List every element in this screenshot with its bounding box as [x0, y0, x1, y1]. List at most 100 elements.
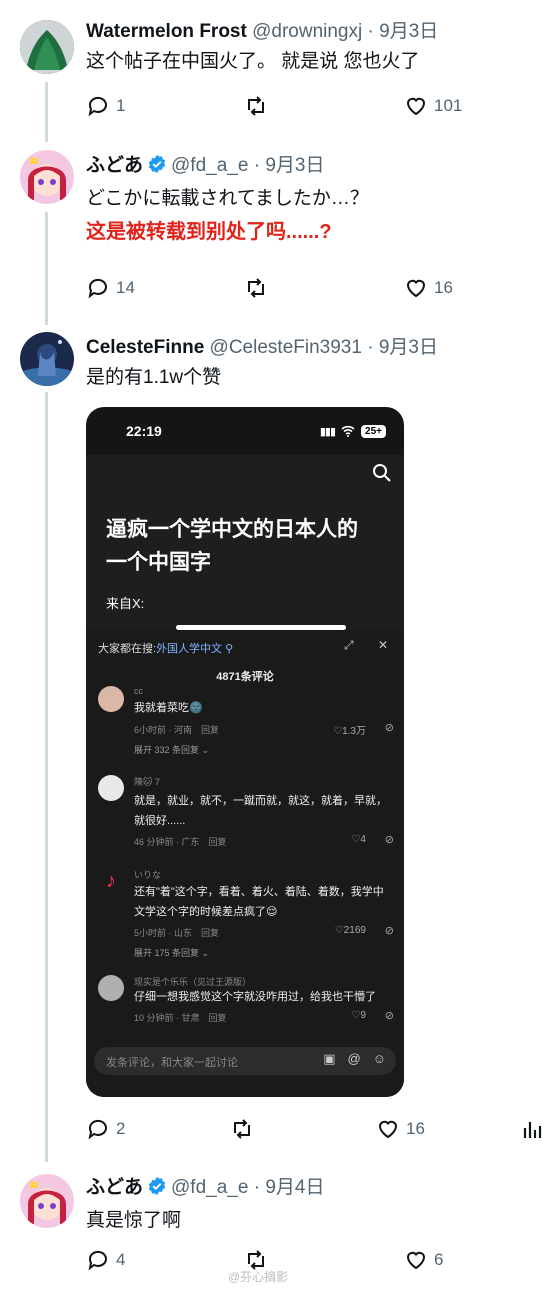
display-name[interactable]: ふどあ: [86, 155, 143, 176]
comment-user[interactable]: 陳🐱 7: [134, 775, 160, 788]
thread-line: [45, 392, 48, 1162]
tweet-date[interactable]: 9月4日: [265, 1177, 324, 1198]
status-bar: 22:19 ▮▮▮ 25+: [86, 407, 404, 455]
retweet-button[interactable]: [244, 276, 268, 300]
post-source: 来自X:: [106, 596, 145, 611]
comment-like[interactable]: ♡9: [351, 1010, 366, 1021]
like-count: 6: [434, 1250, 444, 1269]
avatar[interactable]: [20, 332, 74, 386]
trending-term[interactable]: 外国人学中文: [156, 643, 222, 655]
watermark: @芬心摘影: [228, 1270, 289, 1284]
tweet-text: 真是惊了啊: [86, 1210, 182, 1231]
like-button[interactable]: 16: [376, 1117, 425, 1141]
reply-button[interactable]: 2: [86, 1117, 125, 1141]
reply-count: 14: [116, 278, 135, 297]
retweet-button[interactable]: [230, 1117, 254, 1141]
separator-dot: ·: [367, 337, 374, 358]
comment-user[interactable]: いりな: [134, 868, 161, 881]
retweet-icon: [234, 1119, 250, 1139]
music-note-icon[interactable]: ♪: [98, 868, 124, 894]
dislike-icon[interactable]: ⊘: [385, 1009, 394, 1022]
comment-item: cc 我就着菜吃🌚 6小时前 · 河南 回复 ♡1.3万 ⊘ 展开 332 条回…: [98, 686, 394, 756]
avatar[interactable]: [20, 20, 74, 74]
avatar[interactable]: [98, 686, 124, 712]
reply-icon: [88, 1119, 107, 1140]
expand-replies[interactable]: 展开 332 条回复 ⌄: [134, 743, 209, 756]
like-button[interactable]: 6: [404, 1248, 443, 1272]
avatar[interactable]: [98, 775, 124, 801]
comment-user[interactable]: cc: [134, 686, 143, 696]
comment-like[interactable]: ♡2169: [335, 925, 366, 936]
tweet-date[interactable]: 9月3日: [265, 155, 324, 176]
image-icon[interactable]: ▣: [323, 1051, 335, 1067]
expand-icon[interactable]: ⤢: [344, 638, 354, 653]
display-name[interactable]: Watermelon Frost: [86, 21, 247, 42]
comment-input[interactable]: 发条评论，和大家一起讨论 ▣ @ ☺: [94, 1047, 396, 1075]
tweet-date[interactable]: 9月3日: [379, 337, 438, 358]
comment-like[interactable]: ♡1.3万: [333, 722, 366, 737]
verified-badge-icon: [147, 1176, 167, 1203]
avatar[interactable]: [98, 975, 124, 1001]
heart-icon: [378, 1120, 398, 1139]
battery-indicator: 25+: [361, 424, 386, 438]
separator-dot: ·: [367, 21, 374, 42]
reply-icon: [88, 278, 107, 299]
user-handle[interactable]: @fd_a_e: [171, 1177, 248, 1198]
thread-line: [45, 82, 48, 142]
comment-item: ♪ いりな 还有"着"这个字，看着、着火、着陆、着数，我学中文学这个字的时候差点…: [98, 868, 394, 958]
user-handle[interactable]: @CelesteFin3931: [210, 337, 362, 358]
signal-icon: ▮▮▮: [319, 425, 336, 438]
comment-text: 就是，就业，就不，一蹴而就，就这，就着，早就，就很好......: [134, 795, 387, 827]
thread-line: [45, 212, 48, 325]
dislike-icon[interactable]: ⊘: [385, 721, 394, 734]
search-icon[interactable]: [372, 463, 392, 488]
dislike-icon[interactable]: ⊘: [385, 833, 394, 846]
reply-button[interactable]: 1: [86, 94, 125, 118]
comment-item: 现实是个乐乐（见过王源版） 仔细一想我感觉这个字就没咋用过，给我也干懵了 10 …: [98, 975, 394, 1035]
dislike-icon[interactable]: ⊘: [385, 924, 394, 937]
heart-icon: [406, 1251, 426, 1270]
tweet-text: どこかに転載されてましたか…？: [86, 188, 369, 209]
comment-like[interactable]: ♡4: [351, 834, 366, 845]
reply-count: 2: [116, 1119, 126, 1138]
display-name[interactable]: ふどあ: [86, 1177, 143, 1198]
close-icon[interactable]: ✕: [378, 638, 388, 652]
display-name[interactable]: CelesteFinne: [86, 337, 204, 358]
tweet-text: 这个帖子在中国火了。 就是说 您也火了: [86, 51, 420, 72]
comment-input-placeholder: 发条评论，和大家一起讨论: [106, 1057, 238, 1069]
avatar[interactable]: [20, 1174, 74, 1228]
comment-count: 4871条评论: [216, 671, 274, 683]
comment-item: 陳🐱 7 就是，就业，就不，一蹴而就，就这，就着，早就，就很好...... 46…: [98, 775, 394, 855]
like-button[interactable]: 101: [404, 94, 462, 118]
retweet-button[interactable]: [244, 94, 268, 118]
tweet-header: ふどあ @fd_a_e · 9月3日: [86, 154, 540, 181]
comment-text: 仔细一想我感觉这个字就没咋用过，给我也干懵了: [134, 991, 376, 1003]
search-icon: ⚲: [222, 643, 234, 655]
expand-replies[interactable]: 展开 175 条回复 ⌄: [134, 946, 209, 959]
separator-dot: ·: [253, 155, 261, 176]
tweet-date[interactable]: 9月3日: [379, 21, 438, 42]
user-handle[interactable]: @fd_a_e: [171, 155, 248, 176]
like-button[interactable]: 16: [404, 276, 453, 300]
retweet-icon: [248, 278, 264, 298]
like-count: 101: [434, 96, 463, 115]
mention-icon[interactable]: @: [348, 1051, 361, 1067]
analytics-icon[interactable]: [522, 1118, 544, 1145]
verified-badge-icon: [147, 154, 167, 181]
retweet-icon: [248, 96, 264, 116]
reply-icon: [88, 1250, 107, 1271]
trending-label: 大家都在搜:: [98, 643, 157, 655]
post-header: 逼疯一个学中文的日本人的一个中国字 来自X:: [86, 455, 404, 630]
translation-annotation: 这是被转载到别处了吗......?: [86, 221, 332, 243]
reply-count: 4: [116, 1250, 126, 1269]
emoji-icon[interactable]: ☺: [373, 1051, 386, 1067]
heart-icon: [406, 279, 426, 298]
comment-text: 还有"着"这个字，看着、着火、着陆、着数，我学中文学这个字的时候差点疯了😌: [134, 886, 384, 918]
attached-image[interactable]: 22:19 ▮▮▮ 25+ 逼疯一个学中文的日本人的一个中国字 来自X: 大家都…: [86, 407, 404, 1097]
avatar[interactable]: [20, 150, 74, 204]
trending-search[interactable]: 大家都在搜:外国人学中文 ⚲: [98, 640, 233, 656]
user-handle[interactable]: @drowningxj: [252, 21, 362, 42]
reply-button[interactable]: 4: [86, 1248, 125, 1272]
reply-button[interactable]: 14: [86, 276, 135, 300]
reply-count: 1: [116, 96, 126, 115]
